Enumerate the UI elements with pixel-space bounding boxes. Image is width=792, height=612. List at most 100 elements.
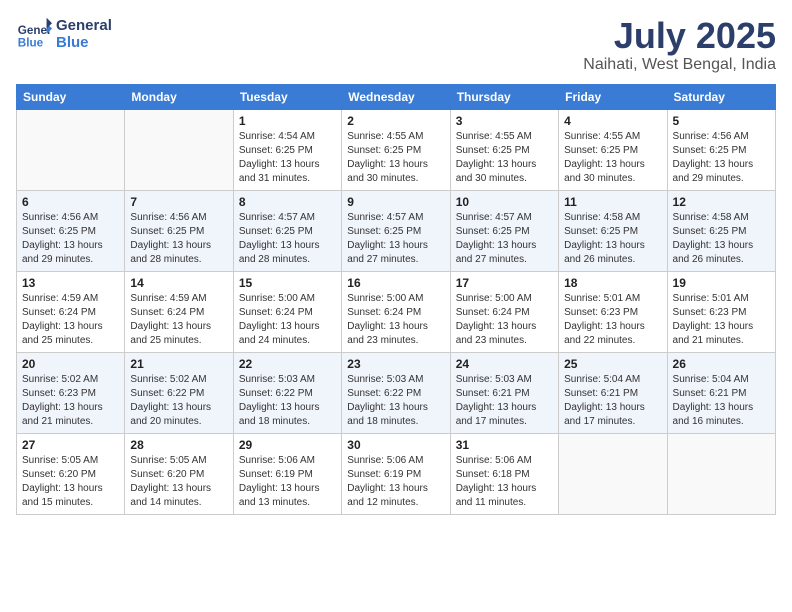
calendar-day-cell: 20 Sunrise: 5:02 AMSunset: 6:23 PMDayligh… (17, 352, 125, 433)
calendar-day-cell (559, 433, 667, 514)
title-block: July 2025 Naihati, West Bengal, India (583, 16, 776, 74)
day-info: Sunrise: 5:03 AMSunset: 6:22 PMDaylight:… (239, 373, 336, 429)
day-number: 10 (456, 195, 553, 209)
day-number: 11 (564, 195, 661, 209)
calendar-day-cell: 15 Sunrise: 5:00 AMSunset: 6:24 PMDayligh… (233, 271, 341, 352)
logo-general: General (56, 17, 112, 34)
weekday-header: Monday (125, 84, 233, 109)
logo-blue: Blue (56, 34, 112, 51)
calendar-week-row: 20 Sunrise: 5:02 AMSunset: 6:23 PMDayligh… (17, 352, 776, 433)
calendar-table: SundayMondayTuesdayWednesdayThursdayFrid… (16, 84, 776, 515)
day-number: 30 (347, 438, 444, 452)
calendar-day-cell: 27Sunrise: 5:05 AMSunset: 6:20 PMDayligh… (17, 433, 125, 514)
calendar-day-cell: 10 Sunrise: 4:57 AMSunset: 6:25 PMDayligh… (450, 190, 558, 271)
day-info: Sunrise: 4:55 AMSunset: 6:25 PMDaylight:… (564, 130, 661, 186)
calendar-day-cell: 17Sunrise: 5:00 AMSunset: 6:24 PMDayligh… (450, 271, 558, 352)
day-info: Sunrise: 5:01 AMSunset: 6:23 PMDaylight:… (564, 292, 661, 348)
calendar-week-row: 27Sunrise: 5:05 AMSunset: 6:20 PMDayligh… (17, 433, 776, 514)
calendar-day-cell (17, 109, 125, 190)
day-info: Sunrise: 5:05 AMSunset: 6:20 PMDaylight:… (22, 454, 119, 510)
month-title: July 2025 (583, 16, 776, 56)
day-number: 20 (22, 357, 119, 371)
day-info: Sunrise: 4:57 AMSunset: 6:25 PMDaylight:… (456, 211, 553, 267)
calendar-day-cell (667, 433, 775, 514)
day-info: Sunrise: 5:00 AMSunset: 6:24 PMDaylight:… (347, 292, 444, 348)
day-number: 26 (673, 357, 770, 371)
calendar-day-cell: 8 Sunrise: 4:57 AMSunset: 6:25 PMDaylight… (233, 190, 341, 271)
calendar-day-cell: 22 Sunrise: 5:03 AMSunset: 6:22 PMDayligh… (233, 352, 341, 433)
day-info: Sunrise: 5:00 AMSunset: 6:24 PMDaylight:… (239, 292, 336, 348)
weekday-header: Wednesday (342, 84, 450, 109)
day-info: Sunrise: 5:02 AMSunset: 6:22 PMDaylight:… (130, 373, 227, 429)
day-info: Sunrise: 4:57 AMSunset: 6:25 PMDaylight:… (239, 211, 336, 267)
day-number: 21 (130, 357, 227, 371)
day-info: Sunrise: 4:54 AMSunset: 6:25 PMDaylight:… (239, 130, 336, 186)
calendar-day-cell: 28 Sunrise: 5:05 AMSunset: 6:20 PMDayligh… (125, 433, 233, 514)
day-number: 22 (239, 357, 336, 371)
day-number: 17 (456, 276, 553, 290)
day-number: 3 (456, 114, 553, 128)
calendar-week-row: 6Sunrise: 4:56 AMSunset: 6:25 PMDaylight… (17, 190, 776, 271)
page-header: General Blue General Blue July 2025 Naih… (16, 16, 776, 74)
location-title: Naihati, West Bengal, India (583, 56, 776, 74)
calendar-week-row: 13 Sunrise: 4:59 AMSunset: 6:24 PMDayligh… (17, 271, 776, 352)
day-info: Sunrise: 5:03 AMSunset: 6:21 PMDaylight:… (456, 373, 553, 429)
weekday-header: Sunday (17, 84, 125, 109)
calendar-day-cell: 1Sunrise: 4:54 AMSunset: 6:25 PMDaylight… (233, 109, 341, 190)
calendar-day-cell: 24 Sunrise: 5:03 AMSunset: 6:21 PMDayligh… (450, 352, 558, 433)
calendar-day-cell: 5 Sunrise: 4:56 AMSunset: 6:25 PMDaylight… (667, 109, 775, 190)
day-info: Sunrise: 4:55 AMSunset: 6:25 PMDaylight:… (347, 130, 444, 186)
day-info: Sunrise: 5:06 AMSunset: 6:18 PMDaylight:… (456, 454, 553, 510)
day-number: 8 (239, 195, 336, 209)
day-info: Sunrise: 5:04 AMSunset: 6:21 PMDaylight:… (673, 373, 770, 429)
day-number: 5 (673, 114, 770, 128)
day-info: Sunrise: 5:02 AMSunset: 6:23 PMDaylight:… (22, 373, 119, 429)
calendar-day-cell: 6Sunrise: 4:56 AMSunset: 6:25 PMDaylight… (17, 190, 125, 271)
day-number: 28 (130, 438, 227, 452)
day-info: Sunrise: 5:01 AMSunset: 6:23 PMDaylight:… (673, 292, 770, 348)
calendar-header-row: SundayMondayTuesdayWednesdayThursdayFrid… (17, 84, 776, 109)
day-info: Sunrise: 5:05 AMSunset: 6:20 PMDaylight:… (130, 454, 227, 510)
logo: General Blue General Blue (16, 16, 112, 52)
day-info: Sunrise: 4:57 AMSunset: 6:25 PMDaylight:… (347, 211, 444, 267)
day-number: 13 (22, 276, 119, 290)
day-number: 24 (456, 357, 553, 371)
day-number: 4 (564, 114, 661, 128)
calendar-day-cell: 12Sunrise: 4:58 AMSunset: 6:25 PMDayligh… (667, 190, 775, 271)
day-number: 25 (564, 357, 661, 371)
calendar-day-cell: 3 Sunrise: 4:55 AMSunset: 6:25 PMDaylight… (450, 109, 558, 190)
weekday-header: Saturday (667, 84, 775, 109)
day-number: 31 (456, 438, 553, 452)
calendar-week-row: 1Sunrise: 4:54 AMSunset: 6:25 PMDaylight… (17, 109, 776, 190)
day-info: Sunrise: 5:06 AMSunset: 6:19 PMDaylight:… (239, 454, 336, 510)
day-info: Sunrise: 4:55 AMSunset: 6:25 PMDaylight:… (456, 130, 553, 186)
day-number: 23 (347, 357, 444, 371)
calendar-day-cell (125, 109, 233, 190)
day-info: Sunrise: 5:04 AMSunset: 6:21 PMDaylight:… (564, 373, 661, 429)
day-number: 12 (673, 195, 770, 209)
day-info: Sunrise: 4:59 AMSunset: 6:24 PMDaylight:… (130, 292, 227, 348)
calendar-day-cell: 29 Sunrise: 5:06 AMSunset: 6:19 PMDayligh… (233, 433, 341, 514)
day-info: Sunrise: 4:56 AMSunset: 6:25 PMDaylight:… (22, 211, 119, 267)
day-number: 9 (347, 195, 444, 209)
day-number: 14 (130, 276, 227, 290)
day-info: Sunrise: 5:06 AMSunset: 6:19 PMDaylight:… (347, 454, 444, 510)
calendar-day-cell: 7Sunrise: 4:56 AMSunset: 6:25 PMDaylight… (125, 190, 233, 271)
calendar-day-cell: 26 Sunrise: 5:04 AMSunset: 6:21 PMDayligh… (667, 352, 775, 433)
calendar-day-cell: 25 Sunrise: 5:04 AMSunset: 6:21 PMDayligh… (559, 352, 667, 433)
day-info: Sunrise: 4:56 AMSunset: 6:25 PMDaylight:… (673, 130, 770, 186)
calendar-day-cell: 2 Sunrise: 4:55 AMSunset: 6:25 PMDaylight… (342, 109, 450, 190)
calendar-day-cell: 9 Sunrise: 4:57 AMSunset: 6:25 PMDaylight… (342, 190, 450, 271)
day-number: 15 (239, 276, 336, 290)
calendar-day-cell: 18 Sunrise: 5:01 AMSunset: 6:23 PMDayligh… (559, 271, 667, 352)
svg-text:Blue: Blue (18, 37, 44, 50)
calendar-day-cell: 23Sunrise: 5:03 AMSunset: 6:22 PMDayligh… (342, 352, 450, 433)
day-number: 29 (239, 438, 336, 452)
calendar-day-cell: 30 Sunrise: 5:06 AMSunset: 6:19 PMDayligh… (342, 433, 450, 514)
day-number: 2 (347, 114, 444, 128)
calendar-day-cell: 4 Sunrise: 4:55 AMSunset: 6:25 PMDaylight… (559, 109, 667, 190)
calendar-day-cell: 16Sunrise: 5:00 AMSunset: 6:24 PMDayligh… (342, 271, 450, 352)
day-info: Sunrise: 4:58 AMSunset: 6:25 PMDaylight:… (564, 211, 661, 267)
day-number: 18 (564, 276, 661, 290)
calendar-day-cell: 13Sunrise: 4:59 AMSunset: 6:24 PMDayligh… (17, 271, 125, 352)
